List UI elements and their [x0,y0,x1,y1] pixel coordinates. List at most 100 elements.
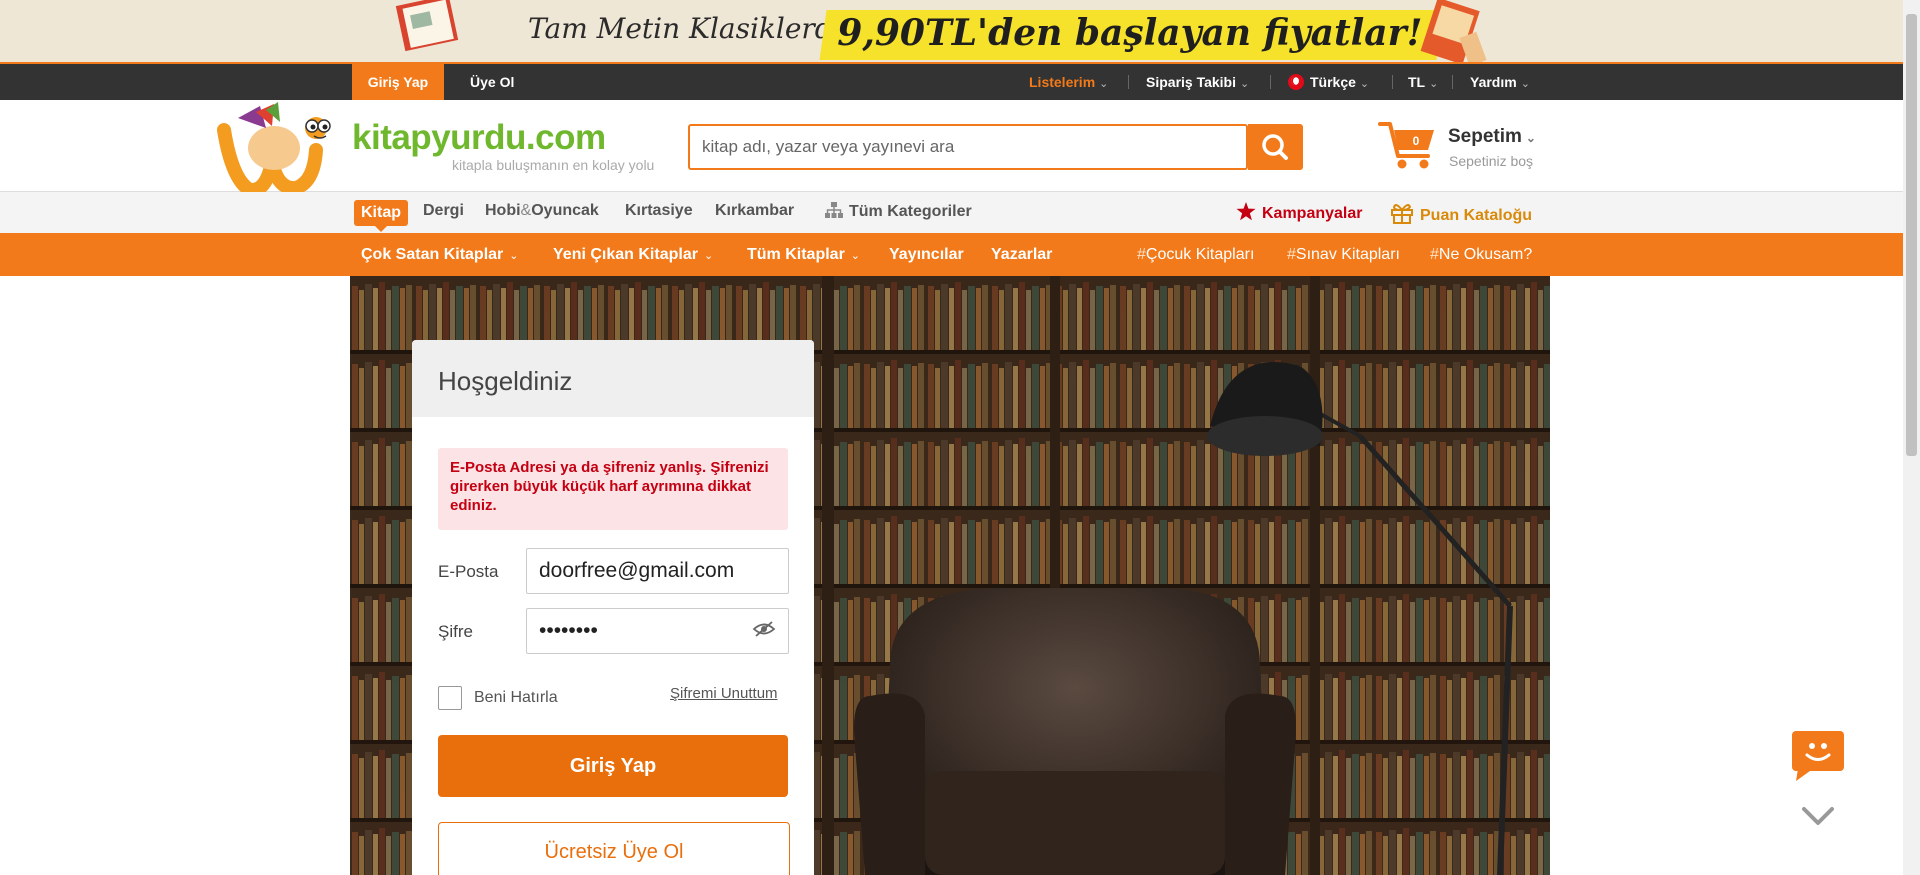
cart-title: Sepetim [1448,126,1522,147]
kitapyurdu-mascot-logo[interactable] [216,100,341,196]
nav-authors[interactable]: Yazarlar [991,233,1052,276]
currency-menu[interactable]: TL ⌄ [1408,64,1438,100]
tag-cocuk-label: Çocuk Kitapları [1145,246,1255,263]
nav-new-releases-label: Yeni Çıkan Kitaplar [553,246,698,263]
nav-new-releases[interactable]: Yeni Çıkan Kitaplar ⌄ [553,233,713,276]
chat-support-icon[interactable] [1792,731,1844,781]
page: Tam Metin Klasiklerde 9,90TL'den başlaya… [0,0,1920,875]
chevron-down-icon: ⌄ [1429,78,1439,90]
login-error-alert: E-Posta Adresi ya da şifreniz yanlış. Şi… [438,448,788,530]
category-oyuncak-label: Oyuncak [531,202,599,219]
login-submit-button[interactable]: Giriş Yap [438,735,788,797]
chevron-down-icon: ⌄ [1520,78,1530,90]
chevron-down-icon[interactable] [1800,805,1836,829]
all-categories-link[interactable]: Tüm Kategoriler [825,202,972,221]
tag-ne-okusam[interactable]: #Ne Okusam? [1430,233,1532,276]
login-panel-header: Hoşgeldiniz [412,340,814,417]
password-label: Şifre [438,622,473,641]
chevron-down-icon: ⌄ [850,250,861,262]
help-menu[interactable]: Yardım ⌄ [1470,64,1530,100]
language-label: Türkçe [1310,74,1356,90]
search-button[interactable] [1248,124,1303,170]
email-field[interactable] [527,549,788,593]
main-nav: Çok Satan Kitaplar ⌄ Yeni Çıkan Kitaplar ⌄… [0,233,1920,276]
chevron-down-icon: ⌄ [1240,78,1250,90]
nav-publishers[interactable]: Yayıncılar [889,233,964,276]
category-hobi[interactable]: Hobi&Oyuncak [485,202,599,220]
star-icon [1236,202,1256,221]
hash-icon: # [1137,246,1146,263]
lists-menu-label: Listelerim [1029,74,1096,90]
order-tracking-label: Sipariş Takibi [1146,74,1236,90]
chevron-down-icon: ⌄ [1359,78,1370,90]
hash-icon: # [1430,246,1439,263]
search-icon [1262,134,1288,160]
category-hobi-ampersand: & [520,202,532,219]
divider [1128,75,1129,89]
free-signup-button[interactable]: Ücretsiz Üye Ol [438,822,790,875]
promo-lead-text: Tam Metin Klasiklerde [528,12,850,45]
promo-highlight-text: 9,90TL'den başlayan fiyatlar! [837,12,1423,54]
book-illustration-right [1420,0,1487,62]
hash-icon: # [1287,246,1296,263]
lists-menu[interactable]: Listelerim ⌄ [1029,64,1108,100]
divider [1452,75,1453,89]
chevron-down-icon: ⌄ [1099,78,1109,90]
help-label: Yardım [1470,74,1517,90]
page-scrollbar-thumb[interactable] [1906,14,1917,456]
category-dergi[interactable]: Dergi [423,202,464,220]
points-catalog-link[interactable]: Puan Kataloğu [1390,202,1532,225]
signup-link[interactable]: Üye Ol [458,64,526,100]
tag-sinav-kitaplari[interactable]: #Sınav Kitapları [1287,233,1400,276]
chevron-down-icon: ⌄ [509,250,519,262]
top-bar: Giriş Yap Üye Ol Listelerim ⌄ Sipariş Tak… [0,62,1920,100]
login-panel: Hoşgeldiniz E-Posta Adresi ya da şifreni… [412,340,814,875]
password-field[interactable] [527,609,788,653]
tag-cocuk-kitaplari[interactable]: #Çocuk Kitapları [1137,233,1254,276]
tag-sinav-label: Sınav Kitapları [1295,246,1400,263]
sitemap-icon [825,202,843,218]
promo-highlight: 9,90TL'den başlayan fiyatlar! [819,10,1444,60]
category-bar: Dergi Hobi&Oyuncak Kırtasiye Kırkambar T… [0,192,1920,233]
login-title: Hoşgeldiniz [438,366,573,396]
tag-ne-okusam-label: Ne Okusam? [1438,246,1533,263]
category-kirtasiye[interactable]: Kırtasiye [625,202,693,220]
gift-icon [1391,204,1413,224]
all-categories-label: Tüm Kategoriler [849,203,972,220]
search-input[interactable] [690,126,1190,168]
login-tab[interactable]: Giriş Yap [352,64,444,100]
divider [1392,75,1393,89]
divider [1270,75,1271,89]
cart-menu[interactable]: Sepetim ⌄ [1448,126,1536,148]
currency-label: TL [1408,74,1426,90]
cart-count-badge: 0 [1412,134,1420,148]
nav-all-books-label: Tüm Kitaplar [747,246,845,263]
campaigns-link[interactable]: Kampanyalar [1236,202,1363,223]
order-tracking-menu[interactable]: Sipariş Takibi ⌄ [1146,64,1249,100]
nav-bestsellers-label: Çok Satan Kitaplar [361,246,504,263]
nav-all-books[interactable]: Tüm Kitaplar ⌄ [747,233,860,276]
hide-password-icon[interactable] [752,620,776,638]
language-menu[interactable]: Türkçe ⌄ [1288,64,1369,100]
cart-status: Sepetiniz boş [1449,153,1534,169]
chevron-down-icon: ⌄ [703,250,714,262]
book-illustration-left [395,0,459,52]
email-field-box [526,548,789,594]
points-catalog-label: Puan Kataloğu [1420,207,1533,224]
category-hobi-label: Hobi [485,202,521,219]
campaigns-label: Kampanyalar [1262,205,1363,222]
remember-me-label[interactable]: Beni Hatırla [474,689,558,707]
chevron-down-icon: ⌄ [1525,131,1536,145]
search-box [688,124,1248,170]
category-kirkambar[interactable]: Kırkambar [715,202,794,220]
category-kitap-active[interactable]: Kitap [354,200,408,232]
nav-bestsellers[interactable]: Çok Satan Kitaplar ⌄ [361,233,518,276]
password-field-box [526,608,789,654]
turkey-flag-icon [1288,74,1304,90]
email-label: E-Posta [438,562,499,581]
remember-me-checkbox[interactable] [438,686,462,710]
site-tagline: kitapla buluşmanın en kolay yolu [452,157,655,173]
promo-banner[interactable]: Tam Metin Klasiklerde 9,90TL'den başlaya… [0,0,1920,62]
forgot-password-link[interactable]: Şifremi Unuttum [670,685,778,702]
site-logo-text[interactable]: kitapyurdu.com [352,118,606,158]
